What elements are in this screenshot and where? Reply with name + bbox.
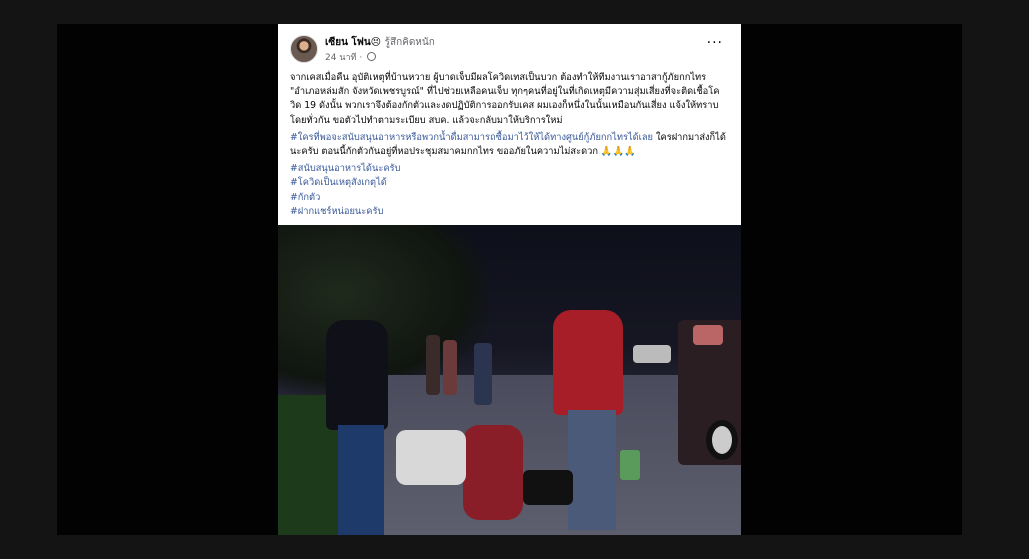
hashtag-list: #สนับสนุนอาหารได้นะครับ #โควิดเป็นเหตุสั…	[290, 162, 730, 219]
rescuer-red-shirt	[553, 310, 623, 415]
post-paragraph-2: #ใครที่พอจะสนับสนุนอาหารหรือพวกน้ำดื่มสา…	[290, 131, 730, 159]
hashtag-link[interactable]: #โควิดเป็นเหตุสังเกตุได้	[290, 176, 730, 190]
author-name[interactable]: เซียน โฟน	[325, 37, 371, 48]
feeling-label: รู้สึกคิดหนัก	[384, 37, 435, 48]
person-black-shirt	[326, 320, 388, 430]
green-case	[620, 450, 640, 480]
truck-light	[693, 325, 723, 345]
author-avatar[interactable]	[290, 35, 318, 63]
more-options-button[interactable]: ···	[707, 35, 723, 51]
bystander	[443, 340, 457, 395]
post-timestamp[interactable]: 24 นาที ·	[325, 50, 377, 64]
person-jeans	[338, 425, 384, 535]
author-line: เซียน โฟน😣 รู้สึกคิดหนัก	[325, 35, 435, 50]
emoji-icon: 😣	[370, 37, 382, 48]
truck-wheel	[706, 420, 738, 460]
hashtag-link[interactable]: #กักตัว	[290, 191, 730, 205]
facebook-post-card: เซียน โฟน😣 รู้สึกคิดหนัก 24 นาที · ··· จ…	[278, 24, 741, 535]
distant-car	[633, 345, 671, 363]
post-body: จากเคสเมื่อคืน อุบัติเหตุที่บ้านหวาย ผู้…	[290, 71, 730, 219]
post-photo[interactable]	[278, 225, 741, 535]
post-paragraph-1: จากเคสเมื่อคืน อุบัติเหตุที่บ้านหวาย ผู้…	[290, 72, 720, 126]
kneeling-rescuer	[463, 425, 523, 520]
time-label[interactable]: 24 นาที ·	[325, 53, 362, 63]
rescuer-jeans	[568, 410, 616, 530]
bystander	[474, 343, 492, 405]
hashtag-link[interactable]: #ฝากแชร์หน่อยนะครับ	[290, 205, 730, 219]
post-header: เซียน โฟน😣 รู้สึกคิดหนัก 24 นาที · ···	[278, 24, 741, 69]
medical-bag	[523, 470, 573, 505]
hashtag-link[interactable]: #สนับสนุนอาหารได้นะครับ	[290, 162, 730, 176]
hashtag-link[interactable]: #ใครที่พอจะสนับสนุนอาหารหรือพวกน้ำดื่มสา…	[290, 132, 653, 143]
bystander	[426, 335, 440, 395]
injured-person	[396, 430, 466, 485]
globe-icon	[367, 52, 377, 61]
